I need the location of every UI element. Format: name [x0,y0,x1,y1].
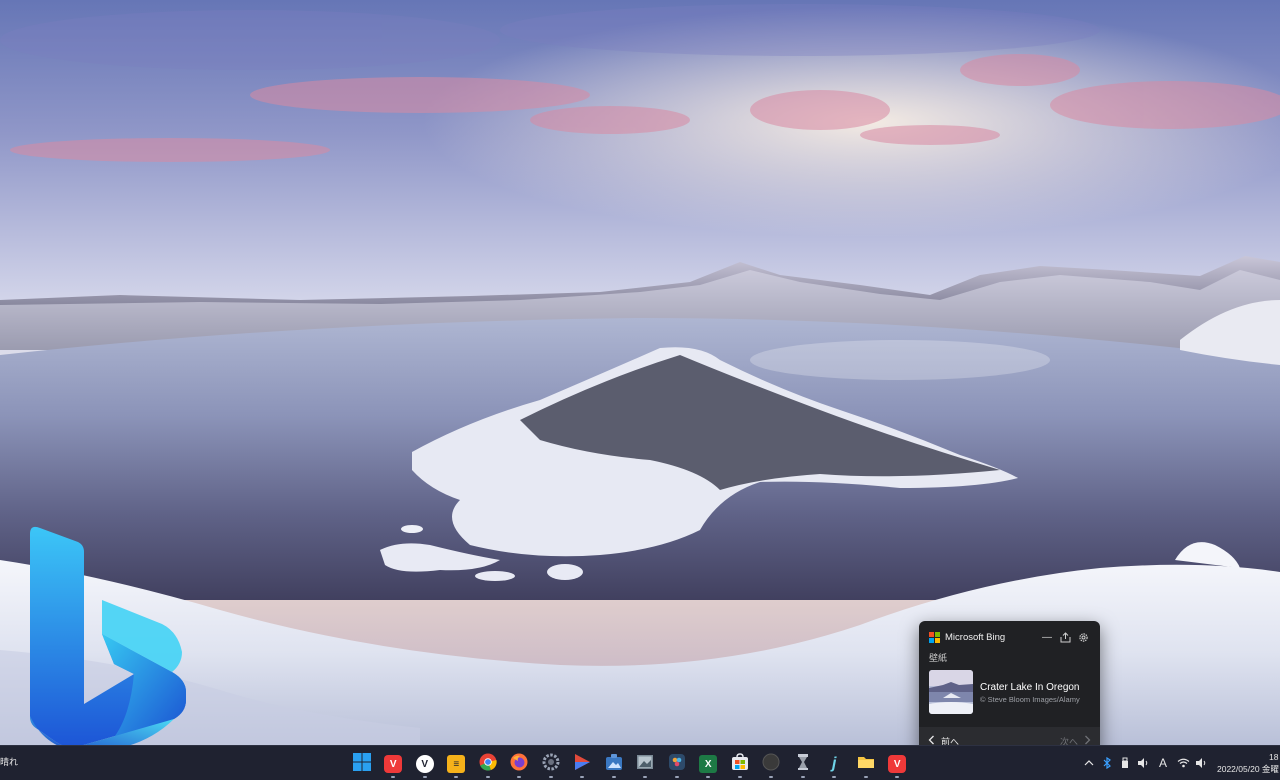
taskbar-app-davinci[interactable] [661,749,693,779]
windows-start-icon [352,752,371,776]
media-player-icon [573,753,591,776]
taskbar-app-media-player[interactable] [567,749,599,779]
circle-app-icon [762,753,780,776]
chevron-up-icon[interactable] [1082,759,1096,767]
store-icon [731,752,749,776]
microsoft-logo-icon [929,631,940,643]
j-app-icon: j [832,755,837,772]
utility-icon [794,753,812,776]
excel-icon: X [699,755,718,773]
taskbar-app-vivaldi[interactable]: V [378,749,410,779]
davinci-icon [668,753,686,776]
taskbar: 晴れ V V ≡ X j V A 18 2022/05/20 金曜 [0,745,1280,780]
wallpaper-thumbnail[interactable] [929,670,973,714]
system-tray: A [1082,752,1208,774]
bing-wallpaper-popup: Microsoft Bing — 壁紙 Crater Lake In Orego… [919,621,1100,755]
notes-icon: ≡ [447,755,466,773]
firefox-icon [510,753,528,776]
bing-logo [30,526,186,752]
section-label: 壁紙 [929,653,948,663]
taskbar-app-store[interactable] [724,749,756,779]
taskbar-app-explorer[interactable] [850,749,882,779]
wifi-icon[interactable] [1176,758,1190,768]
taskbar-app-vivaldi-snapshot[interactable]: V [409,749,441,779]
bluetooth-icon[interactable] [1100,757,1114,769]
minimize-icon[interactable]: — [1038,629,1056,645]
taskbar-clock[interactable]: 18 2022/05/20 金曜 [1217,751,1280,775]
vivaldi-icon: V [384,755,403,773]
folder-icon [857,753,875,776]
taskbar-app-photo-editor[interactable] [598,749,630,779]
photo-editor-icon [605,753,623,776]
gallery-icon [636,753,654,776]
taskbar-app-notes[interactable]: ≡ [441,749,473,779]
gear-icon[interactable] [1074,629,1092,645]
vivaldi-snapshot-icon: V [415,755,434,773]
weather-widget[interactable]: 晴れ [0,755,18,768]
input-indicator[interactable]: A [1154,756,1172,770]
taskbar-app-firefox[interactable] [504,749,536,779]
taskbar-app-chrome[interactable] [472,749,504,779]
clock-time: 18 [1269,752,1279,762]
popup-header: Microsoft Bing — [929,629,1092,645]
taskbar-app-excel[interactable]: X [693,749,725,779]
usb-drive-icon[interactable] [1118,757,1132,769]
start-button[interactable] [346,749,378,779]
taskbar-app-settings[interactable] [535,749,567,779]
volume-icon[interactable] [1194,757,1208,769]
vivaldi-icon-2: V [888,755,907,773]
settings-gear-icon [542,753,560,776]
wallpaper-credit: © Steve Bloom Images/Alamy [980,695,1080,704]
share-icon[interactable] [1056,629,1074,645]
taskbar-app-vivaldi-2[interactable]: V [882,749,914,779]
chrome-icon [479,753,497,776]
taskbar-app-circle[interactable] [756,749,788,779]
taskbar-apps: V V ≡ X j V [346,749,913,779]
taskbar-app-j[interactable]: j [819,749,851,779]
wallpaper-name: Crater Lake In Oregon [980,682,1080,693]
taskbar-app-utility[interactable] [787,749,819,779]
weather-label: 晴れ [0,757,19,767]
clock-date: 2022/05/20 金曜 [1217,764,1279,774]
popup-title: Microsoft Bing [945,631,1006,643]
taskbar-app-gallery[interactable] [630,749,662,779]
speaker-icon[interactable] [1136,757,1150,769]
